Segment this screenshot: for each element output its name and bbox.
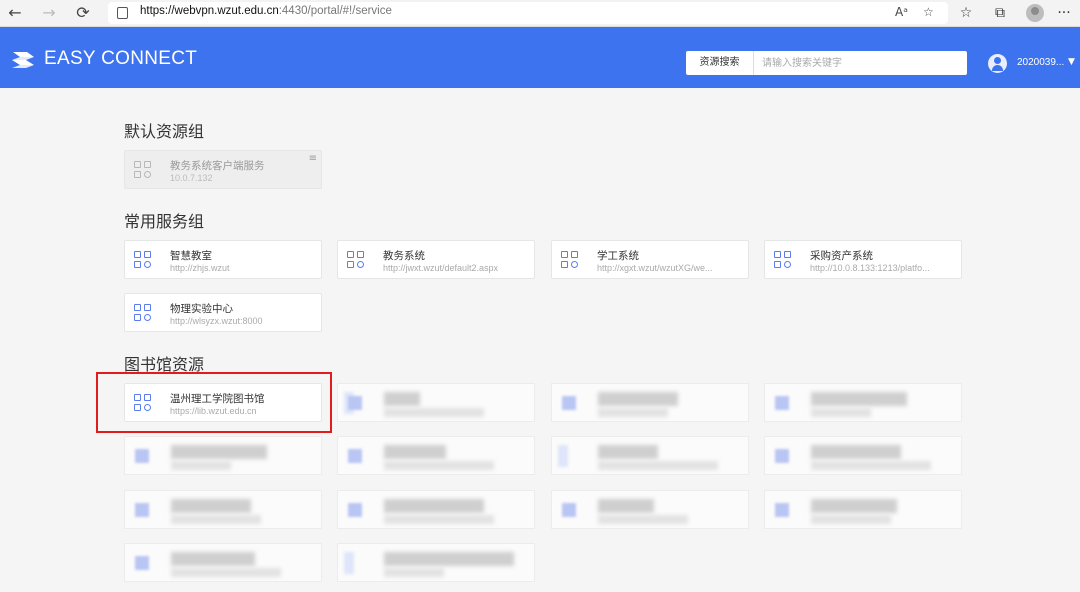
search-category-button[interactable]: 资源搜索 [686,51,754,75]
more-icon[interactable]: ··· [1054,3,1074,23]
user-avatar-icon [988,54,1007,73]
redacted-resource-card[interactable] [337,383,535,422]
forward-icon[interactable]: → [38,3,60,23]
redacted-resource-card[interactable] [551,490,749,529]
redacted-resource-card[interactable] [337,543,535,582]
browser-toolbar: ← → ⟳ https://webvpn.wzut.edu.cn:4430/po… [0,0,1080,27]
read-aloud-icon[interactable]: Aᵃ [895,5,908,19]
app-grid-icon [774,251,792,269]
url-text: https://webvpn.wzut.edu.cn:4430/portal/#… [140,5,392,17]
resource-card[interactable]: 学工系统 http://xgxt.wzut/wzutXG/we... [551,240,749,279]
redacted-resource-card[interactable] [551,436,749,475]
resource-search: 资源搜索 [686,51,967,75]
resource-url: http://wlsyzx.wzut:8000 [170,316,263,326]
redacted-resource-card[interactable] [124,490,322,529]
reload-icon[interactable]: ⟳ [72,3,94,23]
browser-profile-icon[interactable] [1026,4,1044,22]
favorite-icon[interactable]: ☆ [923,5,934,19]
redacted-resource-card[interactable] [764,383,962,422]
redacted-resource-card[interactable] [124,543,322,582]
address-bar[interactable]: https://webvpn.wzut.edu.cn:4430/portal/#… [108,2,948,24]
app-grid-icon [347,251,365,269]
app-grid-icon [134,161,152,179]
resource-card[interactable]: 智慧教室 http://zhjs.wzut [124,240,322,279]
resource-card[interactable]: 教务系统客户端服务 10.0.7.132 ≡ [124,150,322,189]
redacted-resource-card[interactable] [551,383,749,422]
resource-name: 教务系统客户端服务 [170,160,265,172]
redacted-resource-card[interactable] [764,436,962,475]
resource-url: http://jwxt.wzut/default2.aspx [383,263,499,273]
resource-name: 学工系统 [597,250,639,262]
resource-url: http://zhjs.wzut [170,263,230,273]
group-title-default: 默认资源组 [124,122,205,141]
resource-url: 10.0.7.132 [170,173,213,183]
user-name: 2020039... [1017,57,1065,68]
resource-card[interactable]: 物理实验中心 http://wlsyzx.wzut:8000 [124,293,322,332]
resource-card[interactable]: 采购资产系统 http://10.0.8.133:1213/platfo... [764,240,962,279]
highlight-box [96,372,332,433]
group-title-common: 常用服务组 [124,212,205,231]
back-icon[interactable]: ← [4,3,26,23]
resource-url: http://10.0.8.133:1213/platfo... [810,263,930,273]
resource-name: 物理实验中心 [170,303,233,315]
resource-url: http://xgxt.wzut/wzutXG/we... [597,263,713,273]
favorites-bar-icon[interactable]: ☆ [956,3,976,23]
app-grid-icon [134,304,152,322]
resource-name: 教务系统 [383,250,425,262]
easy-connect-logo-icon [12,52,34,68]
chevron-down-icon[interactable]: ▼ [1068,57,1075,67]
search-input[interactable] [756,51,964,75]
app-grid-icon [134,251,152,269]
menu-icon[interactable]: ≡ [309,153,317,164]
lock-icon [117,7,128,19]
resource-card[interactable]: 教务系统 http://jwxt.wzut/default2.aspx [337,240,535,279]
redacted-resource-card[interactable] [764,490,962,529]
collections-icon[interactable]: ⧉ [990,3,1010,23]
resource-name: 采购资产系统 [810,250,873,262]
logo-text: EASY CONNECT [44,48,198,69]
resource-name: 智慧教室 [170,250,212,262]
redacted-resource-card[interactable] [337,436,535,475]
app-grid-icon [561,251,579,269]
redacted-resource-card[interactable] [337,490,535,529]
app-header: EASY CONNECT 资源搜索 2020039... ▼ [0,27,1080,88]
redacted-resource-card[interactable] [124,436,322,475]
